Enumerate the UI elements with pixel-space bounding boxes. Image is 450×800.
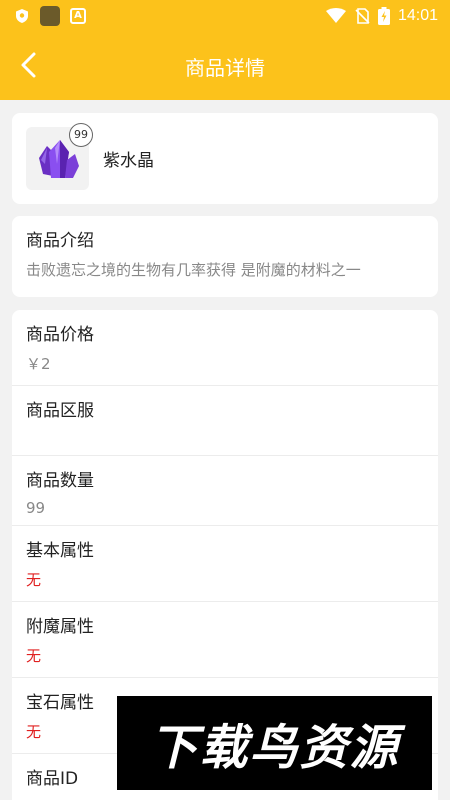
wifi-icon	[325, 8, 346, 23]
app-bar: 商品详情	[0, 32, 450, 100]
attribute-value: 无	[26, 571, 42, 589]
intro-card: 商品介绍 击败遗忘之境的生物有几率获得 是附魔的材料之一	[12, 216, 438, 297]
attribute-row-quantity: 商品数量 99	[12, 456, 438, 526]
battery-icon	[377, 7, 390, 25]
attribute-row-basic: 基本属性 无	[12, 526, 438, 602]
attribute-value: 无	[26, 647, 42, 665]
page-title: 商品详情	[185, 55, 265, 80]
watermark-text: 下载鸟资源	[149, 720, 400, 776]
attribute-value: 99	[26, 499, 46, 517]
attribute-label: 商品数量	[26, 471, 94, 491]
product-name: 紫水晶	[103, 151, 154, 171]
app-notification-icon	[40, 6, 60, 26]
attribute-row-price: 商品价格 ￥2	[12, 310, 438, 386]
product-card: 99 紫水晶	[12, 113, 438, 204]
quantity-badge: 99	[69, 123, 93, 147]
intro-label: 商品介绍	[26, 231, 94, 251]
attribute-label: 附魔属性	[26, 617, 94, 637]
no-sim-icon	[355, 8, 370, 24]
watermark-overlay: 下载鸟资源	[117, 696, 432, 790]
attribute-label: 基本属性	[26, 541, 94, 561]
back-arrow-icon[interactable]	[14, 50, 44, 80]
attribute-value: ￥2	[26, 355, 51, 373]
intro-text: 击败遗忘之境的生物有几率获得 是附魔的材料之一	[26, 261, 361, 279]
attribute-label: 商品区服	[26, 401, 94, 421]
product-thumbnail: 99	[26, 123, 93, 190]
header: A 14:01 商品详情	[0, 0, 450, 100]
attribute-value	[26, 429, 424, 449]
attribute-row-enchant: 附魔属性 无	[12, 602, 438, 678]
shield-icon	[16, 9, 28, 23]
a-notification-icon: A	[70, 8, 86, 24]
attribute-label: 商品价格	[26, 325, 94, 345]
attribute-row-server: 商品区服	[12, 386, 438, 456]
status-time: 14:01	[397, 7, 438, 24]
status-bar: A 14:01	[0, 0, 450, 32]
